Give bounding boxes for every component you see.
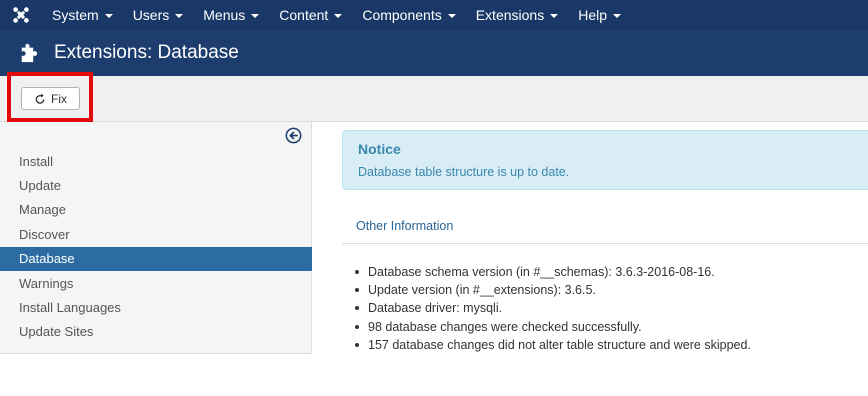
sidebar: Install Update Manage Discover Database …: [0, 122, 312, 354]
bullet: [355, 324, 359, 329]
joomla-logo-icon[interactable]: [0, 0, 42, 30]
info-text: Database driver: mysqli.: [368, 301, 503, 316]
caret-down-icon: [447, 14, 456, 18]
bullet: [355, 270, 359, 275]
sidebar-item-manage[interactable]: Manage: [0, 198, 312, 222]
sidebar-item-database[interactable]: Database: [0, 246, 312, 271]
list-item: Database schema version (in #__schemas):…: [355, 263, 751, 281]
info-text: 98 database changes were checked success…: [368, 319, 642, 334]
bullet: [355, 342, 359, 347]
list-item: Update version (in #__extensions): 3.6.5…: [355, 281, 751, 299]
page-header: Extensions: Database: [0, 30, 868, 76]
menu-label: Content: [279, 7, 329, 23]
sidebar-item-update[interactable]: Update: [0, 173, 312, 197]
tab-other-information[interactable]: Other Information: [356, 219, 453, 233]
sidebar-item-discover[interactable]: Discover: [0, 222, 312, 246]
menu-label: System: [52, 7, 99, 23]
list-item: 157 database changes did not alter table…: [355, 336, 751, 354]
caret-down-icon: [175, 14, 184, 18]
caret-down-icon: [613, 14, 621, 18]
sidebar-item-warnings[interactable]: Warnings: [0, 271, 312, 295]
menu-menus[interactable]: Menus: [193, 0, 269, 30]
notice-alert: Notice Database table structure is up to…: [342, 130, 868, 190]
caret-down-icon: [334, 14, 343, 18]
bullet: [355, 288, 359, 293]
caret-down-icon: [550, 14, 559, 18]
sidebar-item-install[interactable]: Install: [0, 149, 312, 173]
menu-help[interactable]: Help: [568, 0, 631, 30]
notice-heading: Notice: [358, 141, 401, 157]
top-navbar: System Users Menus Content Components Ex…: [0, 0, 868, 30]
toolbar: [0, 76, 868, 122]
info-list: Database schema version (in #__schemas):…: [355, 263, 751, 354]
menu-system[interactable]: System: [42, 0, 123, 30]
page-title: Extensions: Database: [54, 42, 239, 63]
sidebar-item-install-languages[interactable]: Install Languages: [0, 295, 312, 319]
puzzle-icon: [21, 43, 38, 63]
caret-down-icon: [104, 14, 113, 18]
menu-label: Extensions: [475, 7, 545, 23]
notice-message: Database table structure is up to date.: [358, 165, 570, 179]
info-text: 157 database changes did not alter table…: [368, 337, 751, 352]
menu-content[interactable]: Content: [269, 0, 352, 30]
menu-users[interactable]: Users: [123, 0, 194, 30]
menu-components[interactable]: Components: [352, 0, 465, 30]
menu-label: Users: [132, 7, 170, 23]
bullet: [355, 306, 359, 311]
menu-label: Components: [362, 7, 442, 23]
menu-label: Help: [578, 7, 607, 23]
refresh-icon: [35, 93, 45, 104]
arrow-circle-left-icon[interactable]: [285, 127, 302, 144]
info-text: Update version (in #__extensions): 3.6.5…: [368, 283, 596, 298]
info-text: Database schema version (in #__schemas):…: [368, 265, 715, 280]
menu-extensions[interactable]: Extensions: [466, 0, 568, 30]
main-menu: System Users Menus Content Components Ex…: [42, 0, 631, 30]
menu-label: Menus: [203, 7, 246, 23]
list-item: 98 database changes were checked success…: [355, 318, 751, 336]
caret-down-icon: [251, 14, 260, 18]
sidebar-item-update-sites[interactable]: Update Sites: [0, 320, 312, 344]
sidebar-list: Install Update Manage Discover Database …: [0, 149, 312, 344]
list-item: Database driver: mysqli.: [355, 299, 751, 317]
fix-button-label: Fix: [51, 91, 67, 106]
tab-bar: Other Information: [342, 210, 868, 244]
fix-button[interactable]: Fix: [21, 87, 80, 110]
